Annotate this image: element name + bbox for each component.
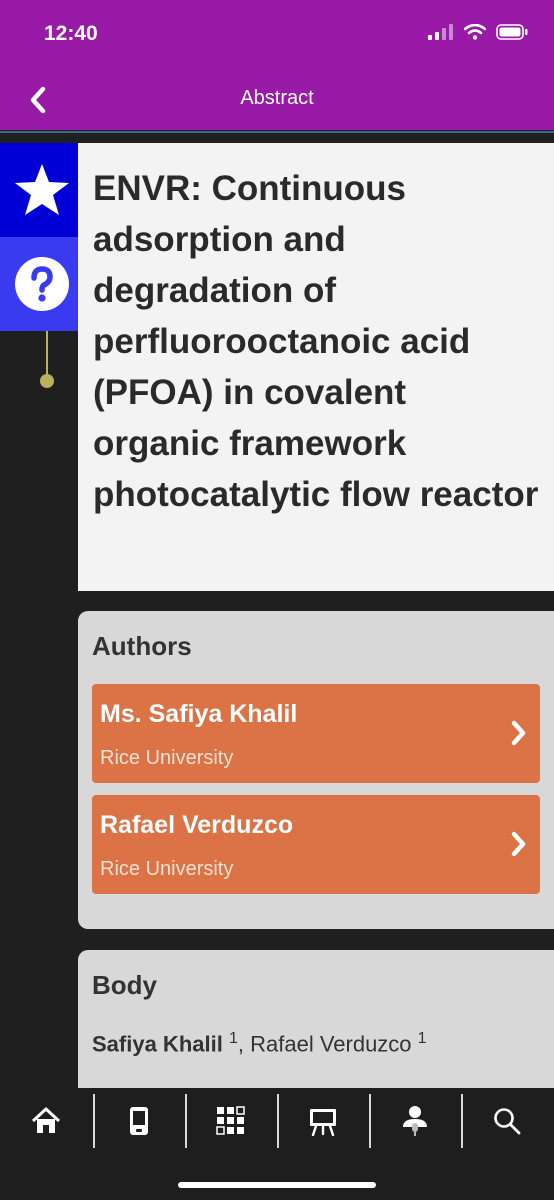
home-icon: [31, 1107, 61, 1133]
wifi-icon: [464, 24, 486, 40]
mobile-icon: [130, 1107, 148, 1135]
question-circle-icon: [14, 257, 69, 311]
body-author-1-sup: 1: [228, 1030, 238, 1047]
speaker-icon: [403, 1106, 427, 1136]
body-author-2: Rafael Verduzco: [250, 1031, 412, 1057]
body-authors: Safiya Khalil 1, Rafael Verduzco 1: [92, 1030, 427, 1057]
tab-presentation[interactable]: [277, 1088, 369, 1154]
chevron-right-icon: [511, 831, 526, 857]
status-time: 12:40: [44, 22, 98, 45]
chevron-right-icon: [511, 720, 526, 746]
body-author-sep: ,: [237, 1031, 251, 1057]
author-item[interactable]: Rafael Verduzco Rice University: [92, 795, 540, 894]
help-button[interactable]: [0, 237, 83, 331]
status-icons: [428, 24, 528, 40]
authors-heading: Authors: [92, 631, 192, 661]
authors-card: Authors Ms. Safiya Khalil Rice Universit…: [78, 611, 554, 929]
tab-speakers[interactable]: [369, 1088, 461, 1154]
side-tools: [0, 143, 83, 331]
author-name: Rafael Verduzco: [100, 811, 294, 839]
author-affiliation: Rice University: [100, 858, 234, 880]
nav-bar: Abstract: [0, 70, 554, 130]
star-icon: [14, 164, 69, 215]
grid-icon: [216, 1106, 245, 1135]
battery-icon: [496, 24, 528, 40]
author-item[interactable]: Ms. Safiya Khalil Rice University: [92, 684, 540, 783]
search-icon: [494, 1108, 521, 1135]
body-author-1: Safiya Khalil: [92, 1031, 223, 1057]
tab-home[interactable]: [0, 1088, 92, 1154]
nav-title: Abstract: [240, 87, 314, 109]
abstract-title-card: ENVR: Continuous adsorption and degradat…: [78, 143, 554, 591]
author-affiliation: Rice University: [100, 747, 234, 769]
tab-search[interactable]: [461, 1088, 553, 1154]
author-name: Ms. Safiya Khalil: [100, 700, 298, 728]
signal-icon: [428, 24, 453, 40]
favorite-button[interactable]: [0, 143, 83, 237]
tab-mobile[interactable]: [93, 1088, 185, 1154]
body-card: Body Safiya Khalil 1, Rafael Verduzco 1: [78, 950, 554, 1100]
home-indicator: [178, 1182, 376, 1188]
tab-grid[interactable]: [185, 1088, 277, 1154]
body-author-2-sup: 1: [417, 1030, 427, 1047]
abstract-title: ENVR: Continuous adsorption and degradat…: [93, 169, 539, 514]
body-heading: Body: [92, 970, 157, 1000]
presentation-icon: [310, 1109, 336, 1136]
status-bar: 12:40: [0, 0, 554, 70]
